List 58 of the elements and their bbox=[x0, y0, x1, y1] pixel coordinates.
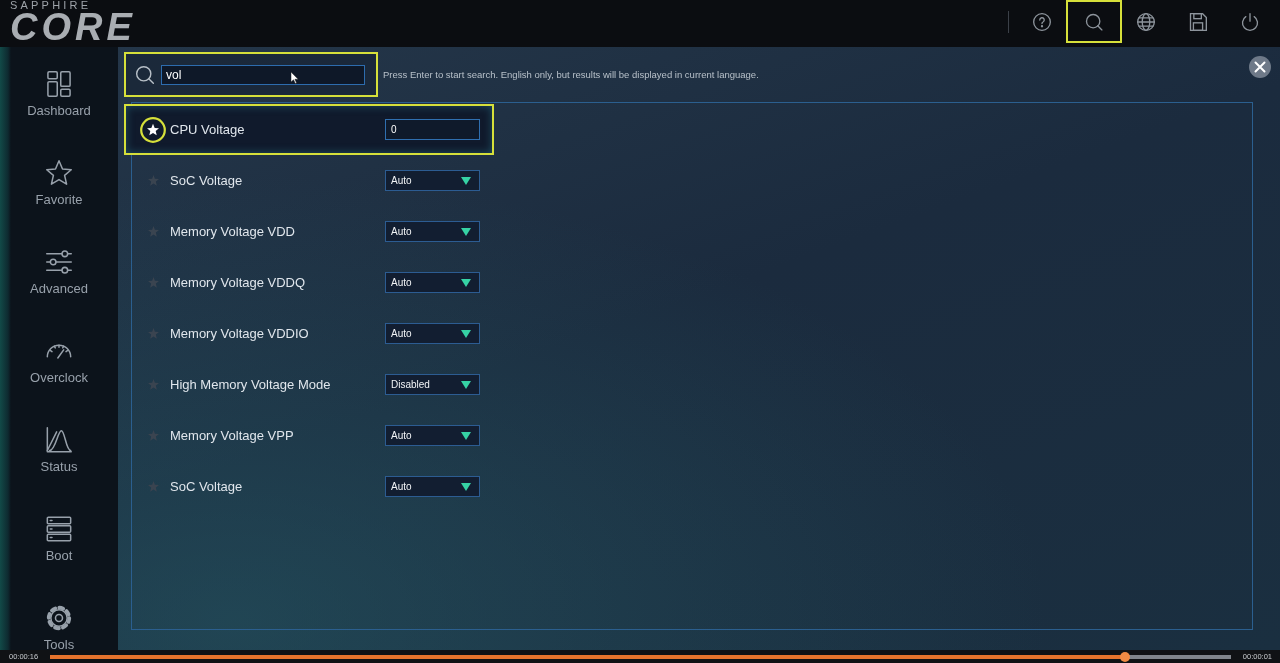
power-icon bbox=[1240, 11, 1260, 32]
star-icon[interactable] bbox=[147, 379, 159, 390]
setting-label: Memory Voltage VDDQ bbox=[170, 275, 307, 290]
caret-icon bbox=[461, 227, 471, 236]
sidebar-item[interactable]: Status bbox=[14, 426, 104, 475]
gear-icon bbox=[45, 604, 73, 632]
brand-text: SAPPHIRE bbox=[10, 0, 93, 11]
search-icon bbox=[135, 64, 155, 85]
search-icon bbox=[1084, 11, 1104, 32]
caret-icon bbox=[461, 431, 471, 440]
grid-icon bbox=[45, 70, 73, 98]
setting-label: SoC Voltage bbox=[170, 173, 244, 188]
sidebar-item[interactable]: Overclock bbox=[14, 337, 104, 386]
close-icon bbox=[1249, 56, 1271, 78]
setting-label: High Memory Voltage Mode bbox=[170, 377, 332, 392]
caret-icon bbox=[461, 278, 471, 287]
star-icon bbox=[45, 159, 73, 187]
close-button[interactable] bbox=[1249, 56, 1271, 78]
caret-icon bbox=[461, 329, 471, 338]
dropdown[interactable]: Disabled bbox=[385, 374, 480, 395]
caret-icon bbox=[461, 176, 471, 185]
setting-label: Memory Voltage VDDIO bbox=[170, 326, 310, 341]
star-icon[interactable] bbox=[147, 175, 159, 186]
dropdown[interactable]: Auto bbox=[385, 221, 480, 242]
logo-text: CORE bbox=[10, 11, 136, 44]
selected-setting-row[interactable]: CPU Voltage 0 bbox=[124, 104, 494, 155]
dropdown[interactable]: Auto bbox=[385, 425, 480, 446]
setting-label: SoC Voltage bbox=[170, 479, 244, 494]
dropdown[interactable]: Auto bbox=[385, 170, 480, 191]
dropdown[interactable]: Auto bbox=[385, 476, 480, 497]
dropdown[interactable]: Auto bbox=[385, 272, 480, 293]
playhead-handle[interactable] bbox=[1119, 651, 1130, 662]
caret-icon bbox=[461, 380, 471, 389]
star-icon[interactable] bbox=[147, 226, 159, 237]
sidebar-item[interactable]: Favorite bbox=[14, 159, 104, 208]
search-field[interactable]: vol bbox=[161, 64, 365, 85]
star-icon[interactable] bbox=[147, 430, 159, 441]
help-icon bbox=[1032, 11, 1052, 32]
dropdown[interactable]: Auto bbox=[385, 323, 480, 344]
sidebar-item[interactable]: Dashboard bbox=[14, 70, 104, 119]
star-icon[interactable] bbox=[147, 481, 159, 492]
setting-label: Memory Voltage VPP bbox=[170, 428, 295, 443]
sliders-icon bbox=[45, 248, 73, 276]
search-hint: Press Enter to start search. English only, but results will be displayed in current language. bbox=[383, 69, 759, 80]
search-button[interactable] bbox=[1066, 0, 1122, 43]
stack-icon bbox=[45, 515, 73, 543]
mouse-pointer-icon bbox=[291, 72, 299, 84]
sidebar-item[interactable]: Tools bbox=[14, 604, 104, 650]
value-field[interactable]: 0 bbox=[385, 119, 480, 140]
star-icon[interactable] bbox=[147, 328, 159, 339]
star-icon[interactable] bbox=[147, 277, 159, 288]
sidebar-item[interactable]: Boot bbox=[14, 515, 104, 564]
sidebar-item[interactable]: Advanced bbox=[14, 248, 104, 297]
chart-icon bbox=[45, 426, 73, 454]
setting-label: Memory Voltage VDD bbox=[170, 224, 296, 239]
caret-icon bbox=[461, 482, 471, 491]
setting-label: CPU Voltage bbox=[170, 122, 246, 137]
globe-icon bbox=[1136, 11, 1156, 32]
